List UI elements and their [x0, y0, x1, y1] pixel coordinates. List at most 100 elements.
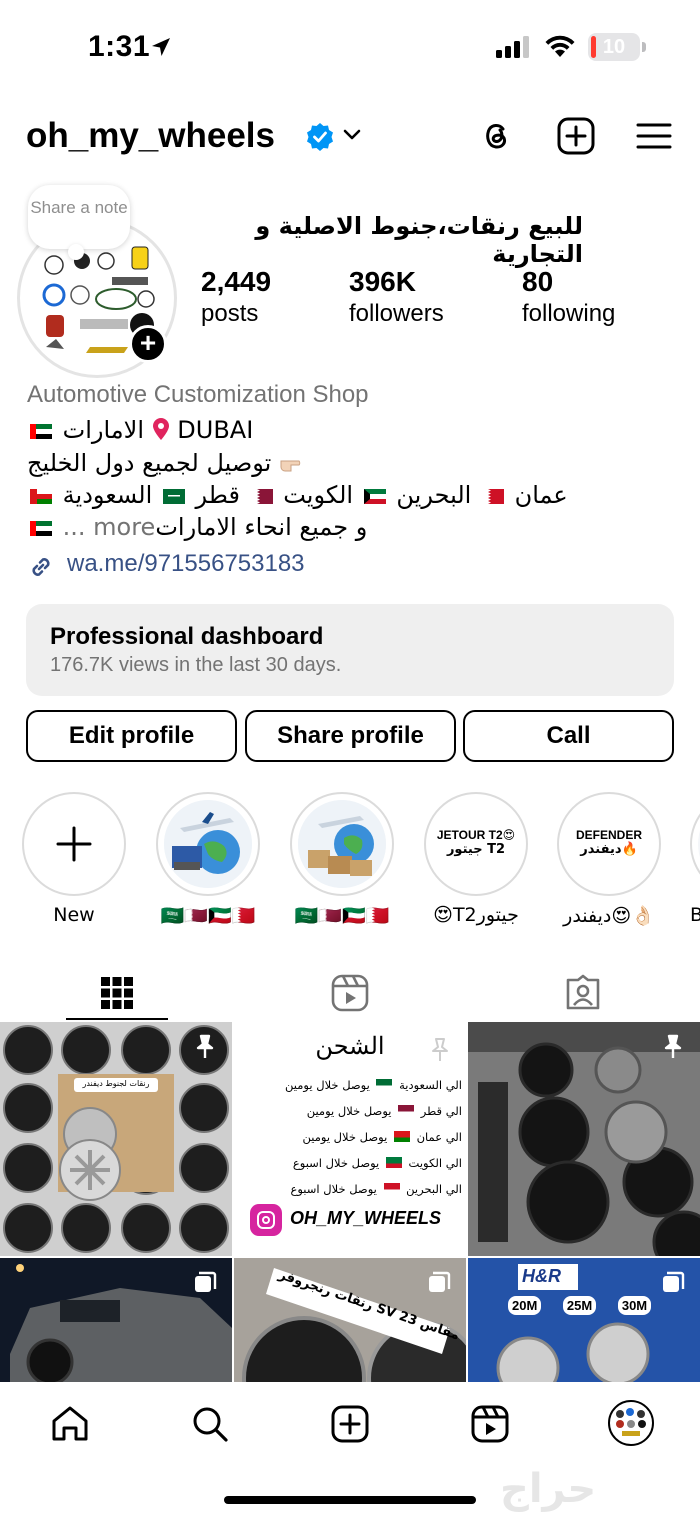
stat-following[interactable]: 80 following: [522, 265, 615, 329]
highlight-label: 🇸🇦🇶🇦🇰🇼🇧🇭: [294, 905, 390, 927]
chevron-down-icon[interactable]: [342, 128, 362, 142]
shipping-time: يوصل خلال اسبوع: [290, 1182, 381, 1196]
flag-icon: [376, 1079, 393, 1090]
stat-followers[interactable]: 396K followers: [349, 265, 444, 329]
reels-tab-icon[interactable]: [331, 968, 369, 1018]
reels-icon[interactable]: [470, 1404, 510, 1444]
post-tile-range-rover-rims[interactable]: رنقات رنجروفر SV مقاس 23: [234, 1258, 466, 1382]
highlight-label: B: [690, 904, 700, 926]
bio-all-emirates: و جميع انحاء الامارات: [155, 513, 368, 541]
shipping-time: يوصل خلال يومين: [302, 1130, 391, 1144]
highlight-cover-subtitle: جيتور T2: [446, 842, 506, 857]
bahrain-flag-icon: [481, 489, 504, 504]
professional-dashboard[interactable]: Professional dashboard 176.7K views in t…: [26, 604, 674, 696]
tagged-tab-icon[interactable]: [564, 968, 602, 1018]
flag-icon: [393, 1131, 410, 1142]
active-tab-indicator: [66, 1018, 168, 1020]
bio-country-bahrain: البحرين: [396, 481, 472, 509]
post-tile-shipping-info[interactable]: الشحن الي السعودية يوصل خلال يومين الي قط…: [234, 1022, 466, 1256]
shipping-rows: الي السعودية يوصل خلال يومين الي قطر يوصل…: [240, 1072, 462, 1202]
flag-icon: [385, 1157, 402, 1168]
link-chain-icon: [32, 558, 50, 576]
flag-icon: [383, 1183, 400, 1194]
status-time: 1:31: [88, 30, 151, 63]
qatar-flag-icon: [250, 489, 273, 504]
location-pin-icon: [152, 418, 169, 440]
kuwait-flag-icon: [363, 489, 386, 504]
battery-percent: 10: [602, 36, 626, 58]
highlight-partial-clip: B: [690, 792, 700, 932]
highlight-cover: [30, 800, 118, 888]
watermark-logo: حراج: [500, 1466, 597, 1512]
new-post-icon[interactable]: [556, 116, 596, 156]
brand-handle-text: OH_MY_WHEELS: [290, 1208, 442, 1228]
highlight-cover: DEFENDER ديفندر🔥: [565, 800, 653, 888]
uae-flag-icon: [30, 521, 52, 536]
profile-category: Automotive Customization Shop: [27, 381, 369, 408]
size-label: 25M: [562, 1296, 597, 1315]
profile-username[interactable]: oh_my_wheels: [26, 116, 275, 156]
grid-tab-icon[interactable]: [99, 968, 135, 1018]
post-tile-hr-spacers[interactable]: H&R 20M 25M 30M: [468, 1258, 700, 1382]
bio-country-kuwait: الكويت: [283, 481, 354, 509]
highlight-ring: JETOUR T2😍 جيتور T2: [424, 792, 528, 896]
post-tile-wheels-collage[interactable]: رنقات لجنوط ديفندر: [0, 1022, 232, 1256]
shipping-row: الي عمان يوصل خلال يومين: [240, 1124, 463, 1150]
add-story-plus-icon[interactable]: +: [129, 325, 167, 363]
saudi-flag-icon: [162, 489, 185, 504]
stat-posts[interactable]: 2,449 posts: [201, 265, 271, 329]
highlight-label: 🇸🇦🇶🇦🇰🇼🇧🇭: [160, 905, 256, 927]
menu-icon[interactable]: [634, 116, 674, 156]
shipping-country: الي الكويت: [404, 1156, 462, 1170]
wifi-icon: [545, 35, 575, 57]
profile-website-link[interactable]: wa.me/971556753183: [27, 550, 305, 578]
shipping-row: الي قطر يوصل خلال يومين: [240, 1098, 462, 1124]
spacer-sizes: 20M 25M 30M: [508, 1296, 698, 1315]
highlight-jetour-t2[interactable]: JETOUR T2😍 جيتور T2 😍T2جيتور: [424, 792, 528, 926]
bio-line-1: الامارات DUBAI: [27, 414, 253, 446]
plus-icon: [56, 826, 92, 862]
bio-line-3: عمان البحرين الكويت قطر السعودية: [27, 479, 568, 511]
shipping-country: الي قطر: [417, 1104, 462, 1118]
post-tag: رنقات لجنوط ديفندر: [82, 1079, 150, 1088]
highlight-gcc-shipping-1[interactable]: 🇸🇦🇶🇦🇰🇼🇧🇭: [156, 792, 260, 927]
bio-delivery-text: توصيل لجميع دول الخليج: [27, 449, 272, 477]
shipping-country: الي عمان: [412, 1130, 462, 1144]
highlight-cover-title: DEFENDER: [575, 828, 642, 842]
highlight-ring: [290, 792, 394, 896]
highlight-new[interactable]: New: [22, 792, 126, 926]
profile-tab-avatar[interactable]: [608, 1400, 654, 1446]
post-tile-night-car[interactable]: [0, 1258, 232, 1382]
dashboard-subtitle: 176.7K views in the last 30 days.: [50, 654, 342, 676]
home-indicator: [224, 1496, 476, 1504]
profile-avatar-thumbnail: [616, 1408, 646, 1436]
dashboard-title: Professional dashboard: [50, 623, 324, 650]
verified-badge-icon: [307, 123, 333, 151]
oman-flag-icon: [30, 489, 52, 504]
home-icon[interactable]: [50, 1404, 90, 1444]
threads-icon[interactable]: [476, 116, 516, 156]
call-button[interactable]: Call: [463, 710, 674, 762]
highlight-defender[interactable]: DEFENDER ديفندر🔥 ديفندر😍👌🏻: [557, 792, 661, 927]
shipping-boxes-image: [298, 800, 386, 888]
highlight-ring: DEFENDER ديفندر🔥: [557, 792, 661, 896]
battery-cap: [642, 42, 646, 52]
bio-more-link[interactable]: ... more: [63, 513, 156, 541]
highlight-cover: JETOUR T2😍 جيتور T2: [432, 800, 520, 888]
post-tile-black-wheels[interactable]: [468, 1022, 700, 1256]
bio-city: DUBAI: [177, 416, 254, 444]
share-note-bubble[interactable]: Share a note: [28, 185, 130, 249]
highlight-partial[interactable]: B: [690, 792, 700, 926]
shipping-country: الي البحرين: [402, 1182, 462, 1196]
search-icon[interactable]: [190, 1404, 230, 1444]
stat-label: followers: [349, 300, 444, 327]
bio-line-2: توصيل لجميع دول الخليج: [27, 447, 309, 479]
highlight-label: ديفندر😍👌🏻: [563, 905, 655, 927]
highlight-gcc-shipping-2[interactable]: 🇸🇦🇶🇦🇰🇼🇧🇭: [290, 792, 394, 927]
stat-label: posts: [201, 300, 259, 327]
share-profile-button[interactable]: Share profile: [245, 710, 456, 762]
create-post-icon[interactable]: [330, 1404, 370, 1444]
shipping-row: الي البحرين يوصل خلال اسبوع: [240, 1176, 462, 1202]
shipping-row: الي السعودية يوصل خلال يومين: [240, 1072, 462, 1098]
edit-profile-button[interactable]: Edit profile: [26, 710, 237, 762]
